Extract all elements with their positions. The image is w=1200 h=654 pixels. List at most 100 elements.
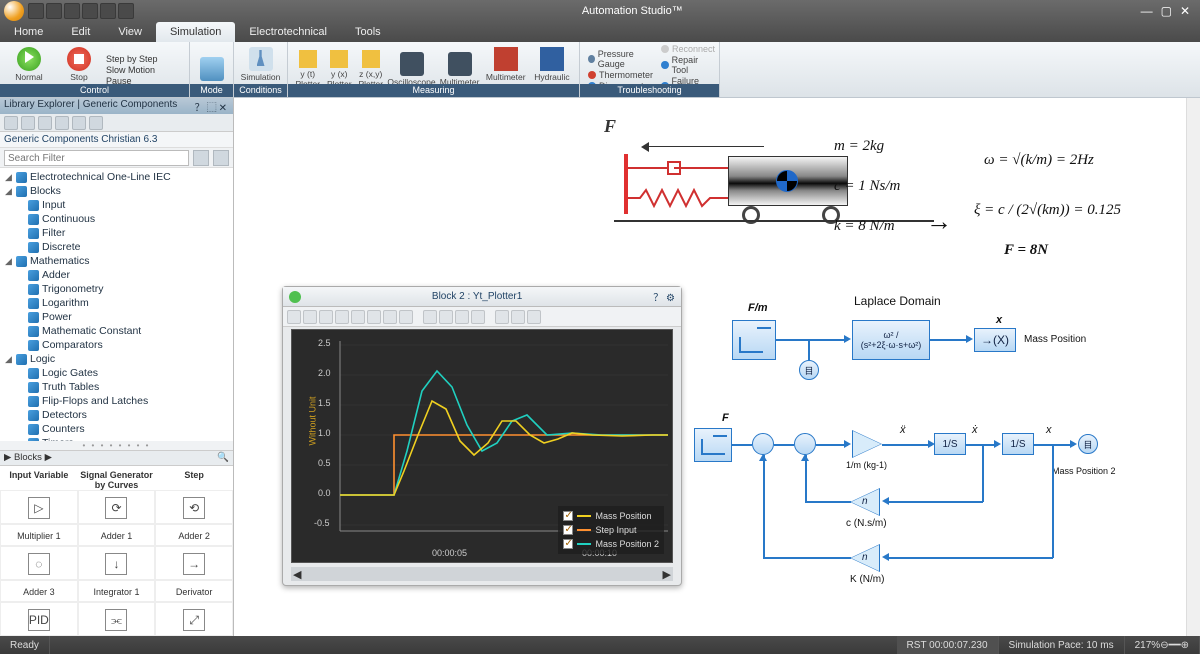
step-by-step-button[interactable]: Step by Step	[106, 54, 158, 64]
slow-motion-button[interactable]: Slow Motion	[106, 65, 158, 75]
tree-node[interactable]: Discrete	[0, 240, 233, 254]
toolbar-button[interactable]	[455, 310, 469, 324]
palette-item[interactable]: Integrator 1	[78, 580, 156, 602]
toolbar-button[interactable]	[495, 310, 509, 324]
gain-block-m[interactable]	[852, 430, 882, 458]
toolbar-button[interactable]	[399, 310, 413, 324]
checkbox-icon[interactable]	[563, 539, 573, 549]
tree-node[interactable]: Input	[0, 198, 233, 212]
palette-item[interactable]: ⟳	[78, 490, 156, 524]
toolbar-button[interactable]	[4, 116, 18, 130]
expand-icon[interactable]: ◢	[4, 256, 13, 267]
toolbar-button[interactable]	[38, 116, 52, 130]
plotter-header[interactable]: Block 2 : Yt_Plotter1 ？ ⚙	[283, 287, 681, 307]
toolbar-button[interactable]	[527, 310, 541, 324]
tree-node[interactable]: Truth Tables	[0, 380, 233, 394]
palette-item[interactable]: ◌	[0, 546, 78, 580]
palette-item[interactable]: ↓	[78, 546, 156, 580]
status-zoom[interactable]: 217% ⊖━━⊕	[1125, 636, 1200, 654]
plotter-window[interactable]: Block 2 : Yt_Plotter1 ？ ⚙ Without Unit	[282, 286, 682, 586]
tree-node[interactable]: Trigonometry	[0, 282, 233, 296]
oscilloscope-button[interactable]: Oscilloscope	[389, 52, 435, 87]
scope-block[interactable]: 目	[799, 360, 819, 380]
step-block[interactable]	[732, 320, 776, 360]
palette-breadcrumb[interactable]: ▶ Blocks ▶ 🔍	[0, 450, 233, 466]
tree-node[interactable]: Filter	[0, 226, 233, 240]
qat-button[interactable]	[46, 3, 62, 19]
toolbar-button[interactable]	[511, 310, 525, 324]
qat-button[interactable]	[64, 3, 80, 19]
toolbar-button[interactable]	[319, 310, 333, 324]
tree-node[interactable]: Detectors	[0, 408, 233, 422]
legend-item[interactable]: Mass Position 2	[563, 537, 659, 551]
tree-node[interactable]: Flip-Flops and Latches	[0, 394, 233, 408]
tree-node[interactable]: Logic Gates	[0, 366, 233, 380]
mode-button[interactable]	[196, 57, 227, 82]
qat-button[interactable]	[28, 3, 44, 19]
toolbar-button[interactable]	[72, 116, 86, 130]
qat-button[interactable]	[100, 3, 116, 19]
splitter[interactable]: • • • • • • • •	[0, 441, 233, 450]
palette-item[interactable]: Derivator	[155, 580, 233, 602]
checkbox-icon[interactable]	[563, 525, 573, 535]
toolbar-button[interactable]	[21, 116, 35, 130]
toolbar-button[interactable]	[335, 310, 349, 324]
tree-node[interactable]: Comparators	[0, 338, 233, 352]
maximize-button[interactable]: ▢	[1161, 4, 1172, 18]
tab-view[interactable]: View	[104, 22, 156, 42]
scope-block-2[interactable]: 目	[1078, 434, 1098, 454]
tab-home[interactable]: Home	[0, 22, 57, 42]
plotter-chart[interactable]: Without Unit 2.5 2.0 1.5 1.	[291, 329, 673, 563]
diagram-canvas[interactable]: F m = 2kg c = 1 Ns/m k = 8 N/m → ω = √(k…	[234, 98, 1200, 636]
tree-node[interactable]: ◢Blocks	[0, 184, 233, 198]
vertical-scrollbar[interactable]	[1186, 98, 1200, 636]
tab-electrotechnical[interactable]: Electrotechnical	[235, 22, 341, 42]
transfer-function-block[interactable]: ω² / (s²+2ξ·ω·s+ω²)	[852, 320, 930, 360]
palette-item[interactable]: ⟲	[155, 490, 233, 524]
toolbar-button[interactable]	[383, 310, 397, 324]
tree-node[interactable]: Continuous	[0, 212, 233, 226]
tree-node[interactable]: ◢Mathematics	[0, 254, 233, 268]
qat-button[interactable]	[118, 3, 134, 19]
expand-icon[interactable]: ◢	[4, 172, 13, 183]
tab-edit[interactable]: Edit	[57, 22, 104, 42]
plotter-run-icon[interactable]	[289, 291, 301, 303]
search-icon[interactable]: 🔍	[217, 452, 229, 464]
palette-item[interactable]: →	[155, 546, 233, 580]
legend-item[interactable]: Step Input	[563, 523, 659, 537]
palette-item[interactable]: ▷	[0, 490, 78, 524]
step-block-2[interactable]	[694, 428, 732, 462]
tree-node[interactable]: ◢Logic	[0, 352, 233, 366]
expand-icon[interactable]: ◢	[4, 186, 13, 197]
legend-item[interactable]: Mass Position	[563, 509, 659, 523]
toolbar-button[interactable]	[471, 310, 485, 324]
palette-item[interactable]: Adder 2	[155, 524, 233, 546]
tree-node[interactable]: ◢Electrotechnical One-Line IEC	[0, 170, 233, 184]
search-button[interactable]	[213, 150, 229, 166]
repair-tool-button[interactable]: Repair Tool	[659, 55, 717, 75]
toolbar-button[interactable]	[55, 116, 69, 130]
search-options-button[interactable]	[193, 150, 209, 166]
palette-item[interactable]: ⤢	[155, 602, 233, 636]
horizontal-scrollbar[interactable]: ◀▶	[291, 567, 673, 581]
toolbar-button[interactable]	[367, 310, 381, 324]
palette-item[interactable]: PID	[0, 602, 78, 636]
tree-node[interactable]: Power	[0, 310, 233, 324]
plotter-header-buttons[interactable]: ？ ⚙	[653, 289, 675, 304]
tree-node[interactable]: Counters	[0, 422, 233, 436]
pressure-gauge-button[interactable]: Pressure Gauge	[586, 49, 655, 69]
minimize-button[interactable]: —	[1141, 4, 1153, 18]
qat-button[interactable]	[82, 3, 98, 19]
integrator-block-2[interactable]: 1/S	[1002, 433, 1034, 455]
checkbox-icon[interactable]	[563, 511, 573, 521]
expand-icon[interactable]: ◢	[4, 354, 13, 365]
multimeter-button[interactable]: Multimeter	[439, 52, 481, 87]
tree-node[interactable]: Adder	[0, 268, 233, 282]
close-button[interactable]: ✕	[1180, 4, 1190, 18]
reconnect-button[interactable]: Reconnect	[659, 44, 717, 54]
toolbar-button[interactable]	[287, 310, 301, 324]
tree-node[interactable]: Mathematic Constant	[0, 324, 233, 338]
palette-item[interactable]: Adder 3	[0, 580, 78, 602]
tree-node[interactable]: Logarithm	[0, 296, 233, 310]
toolbar-button[interactable]	[89, 116, 103, 130]
